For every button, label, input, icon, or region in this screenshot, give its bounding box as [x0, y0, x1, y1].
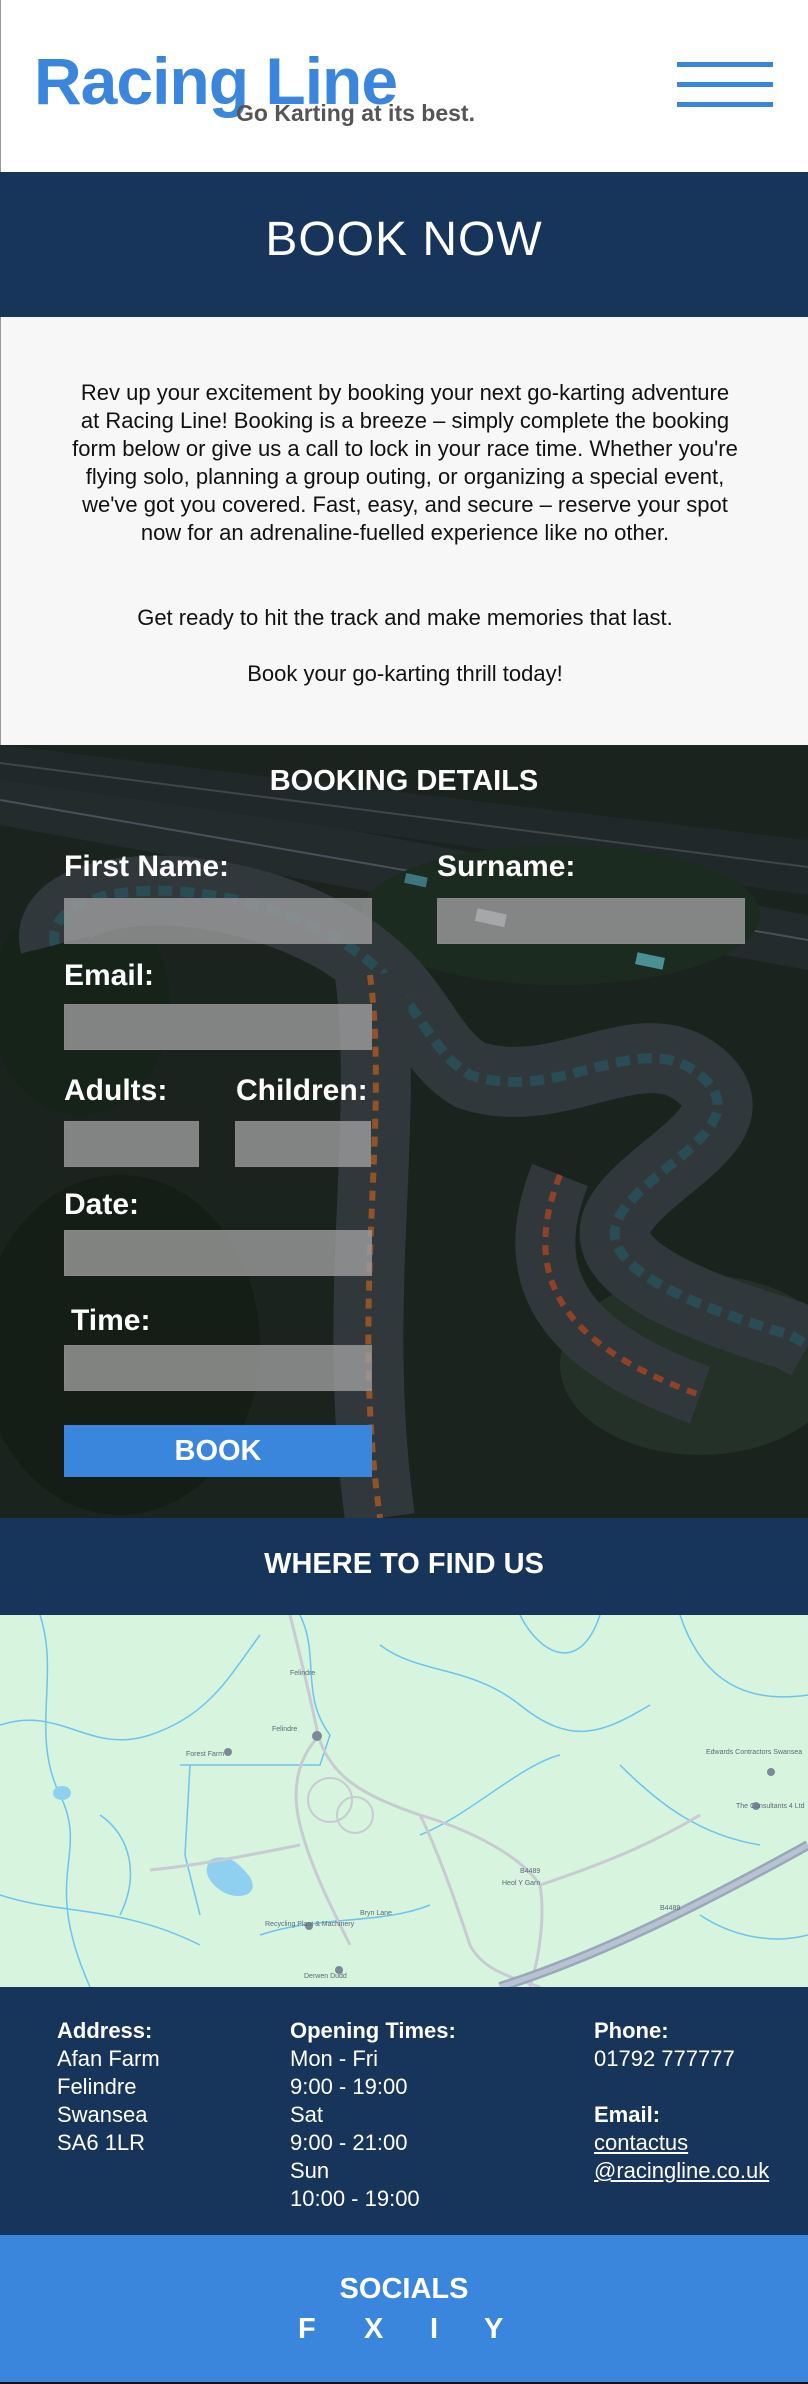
find-us-header: WHERE TO FIND US — [0, 1518, 808, 1615]
site-header: Racing Line Go Karting at its best. — [0, 0, 808, 172]
x-icon[interactable]: X — [364, 2315, 383, 2344]
contact-info: Address: Afan Farm Felindre Swansea SA6 … — [0, 1987, 808, 2235]
email-label: Email: — [64, 959, 155, 992]
hours-line: Sun — [290, 2158, 330, 2183]
map-label: Felindre — [290, 1670, 315, 1677]
adults-input[interactable] — [64, 1121, 199, 1167]
menu-bar — [677, 62, 773, 67]
address-line: Felindre — [57, 2074, 137, 2099]
map-label: The Consultants 4 Ltd — [736, 1803, 805, 1810]
map-graphic: Felindre Forest Farm Edwards Contractors… — [0, 1615, 808, 1987]
intro-section: Rev up your excitement by booking your n… — [0, 317, 808, 745]
contact-block: Phone: 01792 777777 Email: contactus @ra… — [594, 2017, 769, 2185]
children-input[interactable] — [235, 1121, 371, 1167]
children-label: Children: — [236, 1074, 368, 1107]
map-label: Recycling Plant & Machinery — [265, 1921, 355, 1928]
intro-paragraph: Book your go-karting thrill today! — [247, 661, 563, 686]
hours-line: Mon - Fri — [290, 2046, 378, 2071]
first-name-input[interactable] — [64, 898, 372, 944]
intro-paragraph: Rev up your excitement by booking your n… — [72, 380, 738, 545]
booking-section: BOOKING DETAILS First Name: Surname: Ema… — [0, 745, 808, 1518]
first-name-label: First Name: — [64, 850, 230, 883]
map-label: B4489 — [660, 1905, 680, 1912]
intro-paragraph: Get ready to hit the track and make memo… — [137, 605, 673, 630]
map-label: Felindre — [272, 1726, 297, 1733]
address-line: Afan Farm — [57, 2046, 160, 2071]
socials-title: SOCIALS — [339, 2273, 469, 2305]
menu-bar — [677, 102, 773, 107]
map-label: Edwards Contractors Swansea — [706, 1749, 802, 1756]
address-block: Address: Afan Farm Felindre Swansea SA6 … — [57, 2017, 160, 2157]
email-heading: Email: — [594, 2102, 661, 2127]
book-button[interactable]: BOOK — [64, 1425, 372, 1477]
time-label: Time: — [71, 1304, 151, 1337]
map-label: Heol Y Garn — [502, 1880, 540, 1887]
hours-line: 10:00 - 19:00 — [290, 2186, 420, 2211]
time-input[interactable] — [64, 1345, 372, 1391]
hours-line: Sat — [290, 2102, 324, 2127]
site-tagline: Go Karting at its best. — [236, 100, 475, 126]
phone-heading: Phone: — [594, 2018, 669, 2043]
address-line: Swansea — [57, 2102, 148, 2127]
address-line: SA6 1LR — [57, 2130, 146, 2155]
opening-times-block: Opening Times: Mon - Fri 9:00 - 19:00 Sa… — [290, 2017, 456, 2213]
surname-label: Surname: — [437, 850, 576, 883]
hours-line: 9:00 - 19:00 — [290, 2074, 408, 2099]
facebook-icon[interactable]: F — [298, 2315, 316, 2344]
socials-footer: SOCIALS F X I Y — [0, 2235, 808, 2384]
map-label: Derwen Dudd — [304, 1973, 347, 1980]
youtube-icon[interactable]: Y — [484, 2315, 503, 2344]
date-input[interactable] — [64, 1230, 372, 1276]
page-title: BOOK NOW — [265, 213, 543, 266]
email-input[interactable] — [64, 1004, 372, 1050]
opening-times-heading: Opening Times: — [290, 2018, 456, 2043]
map-label: B4489 — [520, 1868, 540, 1875]
phone-number[interactable]: 01792 777777 — [594, 2045, 769, 2073]
date-label: Date: — [64, 1188, 140, 1221]
instagram-icon[interactable]: I — [430, 2315, 438, 2344]
find-us-title: WHERE TO FIND US — [264, 1548, 544, 1580]
booking-title: BOOKING DETAILS — [269, 765, 539, 797]
address-heading: Address: — [57, 2018, 153, 2043]
surname-input[interactable] — [437, 898, 745, 944]
menu-bar — [677, 82, 773, 87]
adults-label: Adults: — [64, 1074, 168, 1107]
hours-line: 9:00 - 21:00 — [290, 2130, 408, 2155]
map-label: Forest Farm — [186, 1751, 224, 1758]
location-map[interactable]: Felindre Forest Farm Edwards Contractors… — [0, 1615, 808, 1987]
email-link[interactable]: @racingline.co.uk — [594, 2157, 769, 2185]
email-link[interactable]: contactus — [594, 2129, 769, 2157]
hamburger-menu-icon[interactable] — [677, 62, 773, 108]
book-now-banner: BOOK NOW — [0, 172, 808, 317]
map-label: Bryn Lane — [360, 1910, 392, 1917]
